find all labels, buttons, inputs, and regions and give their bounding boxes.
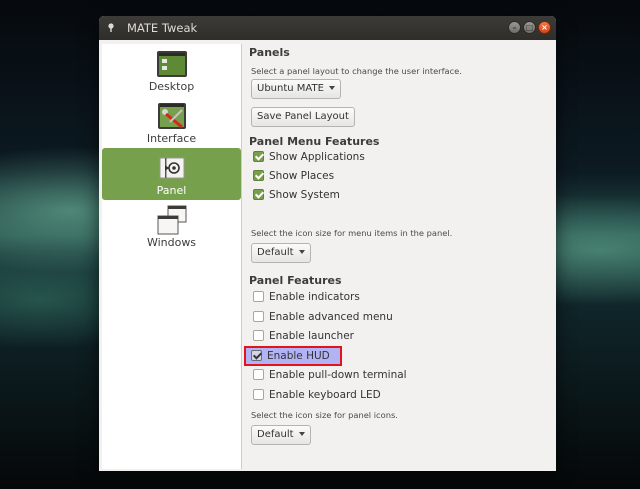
checkbox-label: Enable advanced menu: [269, 310, 393, 323]
checkbox-box[interactable]: [253, 330, 264, 342]
show-places-checkbox[interactable]: Show Places: [253, 168, 365, 185]
enable-keyboard-led-checkbox[interactable]: Enable keyboard LED: [253, 387, 407, 404]
panels-description: Select a panel layout to change the user…: [251, 66, 462, 76]
checkbox-box[interactable]: [253, 189, 264, 200]
checkbox-label: Enable HUD: [267, 349, 330, 362]
sidebar-item-label: Panel: [156, 184, 187, 197]
checkbox-box[interactable]: [253, 291, 264, 302]
enable-indicators-checkbox[interactable]: Enable indicators: [253, 289, 407, 306]
checkbox-box[interactable]: [253, 310, 264, 322]
checkbox-box[interactable]: [253, 369, 264, 381]
checkbox-label: Show Applications: [269, 151, 365, 163]
interface-icon: [158, 103, 186, 129]
menu-features-list: Show Applications Show Places Show Syste…: [253, 149, 365, 204]
menu-icon-size-value: Default: [257, 247, 294, 258]
panel-layout-dropdown[interactable]: Ubuntu MATE: [251, 79, 341, 99]
title-bar[interactable]: MATE Tweak – □ ×: [99, 16, 556, 40]
sidebar: Desktop Interface Panel Windows: [102, 44, 242, 469]
app-icon: [108, 23, 114, 32]
checkbox-box[interactable]: [253, 151, 264, 162]
checkbox-label: Enable launcher: [269, 330, 354, 343]
chevron-down-icon: [328, 86, 335, 90]
minimize-button[interactable]: –: [508, 21, 521, 34]
panel-features-heading: Panel Features: [249, 274, 342, 287]
enable-pull-down-terminal-checkbox[interactable]: Enable pull-down terminal: [253, 367, 407, 384]
checkbox-label: Show Places: [269, 170, 335, 182]
chevron-down-icon: [298, 250, 305, 254]
checkbox-box[interactable]: [253, 388, 264, 400]
mate-tweak-window: MATE Tweak – □ × Desktop Interface Panel…: [99, 16, 556, 471]
maximize-button[interactable]: □: [523, 21, 536, 34]
sidebar-item-windows[interactable]: Windows: [102, 200, 241, 252]
checkbox-box[interactable]: [253, 170, 264, 181]
panel-icon-size-value: Default: [257, 429, 294, 440]
sidebar-item-interface[interactable]: Interface: [102, 96, 241, 148]
sidebar-item-label: Interface: [146, 132, 197, 145]
sidebar-item-panel[interactable]: Panel: [102, 148, 241, 200]
menu-icon-size-dropdown[interactable]: Default: [251, 243, 311, 263]
save-panel-layout-button[interactable]: Save Panel Layout: [251, 107, 355, 127]
checkbox-label: Enable indicators: [269, 291, 360, 303]
checkbox-label: Show System: [269, 189, 340, 201]
panel-icon-size-description: Select the icon size for panel icons.: [251, 410, 398, 420]
enable-hud-checkbox[interactable]: Enable HUD: [244, 345, 407, 366]
sidebar-item-desktop[interactable]: Desktop: [102, 44, 241, 96]
menu-icon-size-description: Select the icon size for menu items in t…: [251, 228, 453, 238]
chevron-down-icon: [298, 432, 305, 436]
panel-layout-value: Ubuntu MATE: [257, 83, 324, 94]
desktop-icon: [157, 51, 187, 77]
show-applications-checkbox[interactable]: Show Applications: [253, 149, 365, 166]
close-button[interactable]: ×: [538, 21, 551, 34]
panels-heading: Panels: [249, 46, 290, 59]
show-system-checkbox[interactable]: Show System: [253, 187, 365, 204]
windows-icon: [157, 205, 187, 235]
checkbox-label: Enable keyboard LED: [269, 388, 381, 401]
highlight-box: Enable HUD: [244, 345, 342, 366]
panel-features-list: Enable indicators Enable advanced menu E…: [244, 289, 407, 404]
enable-launcher-checkbox[interactable]: Enable launcher: [253, 328, 407, 345]
panel-icon: [159, 157, 185, 179]
panel-icon-size-dropdown[interactable]: Default: [251, 425, 311, 445]
sidebar-item-label: Windows: [146, 236, 197, 249]
sidebar-item-label: Desktop: [148, 80, 195, 93]
enable-advanced-menu-checkbox[interactable]: Enable advanced menu: [253, 309, 407, 326]
panel-menu-features-heading: Panel Menu Features: [249, 135, 380, 148]
checkbox-label: Enable pull-down terminal: [269, 369, 407, 382]
checkbox-box[interactable]: [251, 349, 262, 361]
window-title: MATE Tweak: [127, 21, 198, 35]
